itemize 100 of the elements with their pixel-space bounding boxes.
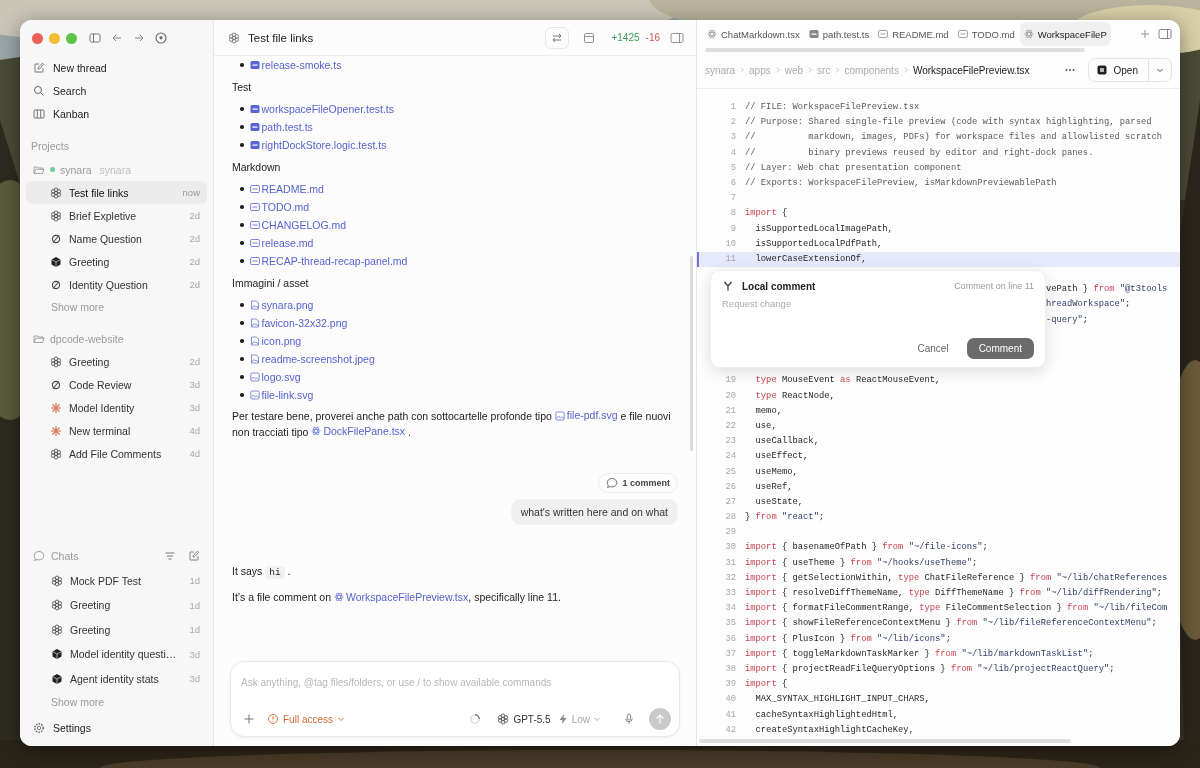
thread-title: Test file links (69, 186, 130, 199)
thread-item[interactable]: Brief Expletive 2d (26, 204, 207, 227)
removed-count: -16 (645, 32, 660, 43)
section-heading: Immagini / asset (232, 276, 310, 291)
code-text: createSyntaxHighlightCacheKey, (754, 723, 914, 737)
code-text: import { projectReadFileQueryOptions } from "~/lib/projectReactQuery"; (745, 662, 1115, 676)
file-link[interactable]: CHANGELOG.md (249, 219, 347, 231)
thread-age: 2d (189, 256, 200, 267)
comment-location: Comment on line 11 (954, 281, 1034, 291)
file-tab[interactable]: path.test.ts (804, 22, 874, 46)
thread-item[interactable]: New terminal 4d (26, 419, 207, 442)
file-link[interactable]: README.md (249, 183, 324, 195)
nav-item[interactable]: Search (26, 79, 207, 102)
thread-item[interactable]: Add File Comments 4d (26, 442, 207, 465)
file-link[interactable]: logo.svg (249, 371, 301, 383)
thread-item[interactable]: Model Identity 3d (26, 396, 207, 419)
model-selector[interactable]: GPT-5.5 (497, 713, 551, 725)
thread-item[interactable]: Test file links now (26, 181, 207, 204)
reply-text: It says hi . (232, 564, 292, 581)
code-text: MAX_SYNTAX_HIGHLIGHT_INPUT_CHARS, (754, 693, 930, 707)
reply-text: It’s a file comment on WorkspaceFilePreview.tsx, specifically line 11. (232, 589, 562, 605)
thread-age: 3d (189, 402, 200, 413)
line-number: 8 (729, 207, 736, 221)
code-text: type MouseEvent as ReactMouseEvent, (754, 374, 941, 388)
nav-item[interactable]: New thread (26, 56, 207, 79)
line-number: 26 (724, 480, 736, 494)
code-text: import { PlusIcon } from "~/lib/icons"; (745, 632, 951, 646)
file-tab[interactable]: WorkspaceFileP (1019, 22, 1111, 46)
file-link[interactable]: file-pdf.svg (554, 408, 618, 423)
composer[interactable]: Ask anything, @tag files/folders, or use / to show available commands Full access GPT-5.5 Low (230, 661, 680, 737)
section-label: Chats (51, 549, 80, 562)
comment-button[interactable]: Comment (966, 338, 1034, 359)
code-text: // FILE: WorkspaceFilePreview.tsx (745, 101, 920, 114)
code-text: useRef, (754, 480, 793, 494)
file-tab[interactable]: README.md (874, 22, 953, 46)
breadcrumb-item[interactable]: WorkspaceFilePreview.tsx (912, 64, 1030, 76)
nav-item[interactable]: Kanban (26, 102, 207, 125)
thread-item[interactable]: Greeting 2d (26, 350, 207, 373)
thread-item[interactable]: Code Review 3d (26, 373, 207, 396)
line-number: 40 (724, 693, 736, 707)
line-number: 4 (729, 146, 736, 160)
code-text: import { (745, 207, 788, 221)
file-link[interactable]: synara.png (249, 299, 314, 311)
chat-title: Mock PDF Test (70, 574, 142, 587)
file-link[interactable]: path.test.ts (249, 121, 313, 133)
file-link[interactable]: TODO.md (249, 201, 310, 213)
thread-item[interactable]: Identity Question 2d (26, 273, 207, 296)
thread-age: 4d (189, 425, 200, 436)
line-number: 10 (724, 237, 736, 251)
chat-item[interactable]: Greeting 1d (26, 617, 207, 642)
chat-age: 1d (189, 599, 200, 611)
settings-item[interactable]: Settings (26, 716, 207, 740)
chat-age: 1d (189, 624, 200, 636)
code-text: lowerCaseExtensionOf, (754, 252, 867, 266)
file-link[interactable]: release.md (249, 237, 314, 249)
thread-title: Greeting (69, 355, 111, 368)
thread-age: 3d (189, 379, 200, 390)
file-link[interactable]: readme-screenshot.jpeg (249, 353, 375, 365)
message-input[interactable]: Ask anything, @tag files/folders, or use / to show available commands (241, 677, 669, 688)
line-number: 36 (724, 632, 736, 646)
chat-item[interactable]: Agent identity stats 3d (26, 666, 207, 691)
chat-title: Agent identity stats (70, 672, 160, 685)
thread-title: Add File Comments (69, 447, 163, 460)
added-count: +1425 (611, 32, 640, 43)
line-number: 27 (724, 495, 736, 509)
code-text: import { showFileReferenceContextMenu } from "~/lib/fileReferenceContextMenu"; (745, 617, 1157, 631)
line-number: 19 (724, 374, 736, 388)
file-tab[interactable]: TODO.md (953, 22, 1019, 46)
file-link[interactable]: RECAP-thread-recap-panel.md (249, 255, 408, 267)
code-text: cacheSyntaxHighlightedHtml, (754, 708, 899, 722)
thread-item[interactable]: Name Question 2d (26, 227, 207, 250)
file-link[interactable]: file-link.svg (249, 389, 314, 401)
file-tab[interactable]: ChatMarkdown.tsx (703, 22, 804, 46)
file-link[interactable]: release-smoke.ts (249, 59, 342, 71)
cancel-button[interactable]: Cancel (909, 339, 957, 358)
code-text: use, (754, 419, 777, 433)
line-number: 28 (724, 511, 736, 525)
code-text: useCallback, (754, 435, 819, 449)
project-name: dpcode-website (50, 332, 124, 345)
file-link[interactable]: DockFilePane.tsx (311, 423, 406, 439)
line-number: 1 (729, 101, 736, 114)
line-number: 24 (724, 450, 736, 464)
code-text: useState, (754, 495, 804, 509)
file-link[interactable]: favicon-32x32.png (249, 317, 348, 329)
file-link[interactable]: icon.png (249, 335, 302, 347)
code-text: import { (745, 678, 788, 692)
file-link[interactable]: rightDockStore.logic.test.ts (249, 139, 387, 151)
chat-item[interactable]: Model identity questi… 3d (26, 642, 207, 667)
thread-item[interactable]: Greeting 2d (26, 250, 207, 273)
access-dropdown[interactable]: Full access (267, 713, 345, 725)
code-text: type ReactNode, (754, 389, 835, 403)
code-text: // Purpose: Shared single-file preview (code with syntax highlighting, parsed (745, 116, 1152, 130)
thread-age: 2d (189, 356, 200, 367)
chat-item[interactable]: Mock PDF Test 1d (26, 568, 207, 593)
chat-title: Model identity questi… (70, 648, 178, 661)
comment-popover[interactable]: Local comment Comment on line 11 Request change Cancel Comment (710, 270, 1046, 368)
chat-item[interactable]: Greeting 1d (26, 593, 207, 618)
comment-input[interactable]: Request change (722, 292, 1034, 338)
line-number: 39 (724, 678, 736, 692)
file-link[interactable]: workspaceFileOpener.test.ts (249, 103, 394, 115)
